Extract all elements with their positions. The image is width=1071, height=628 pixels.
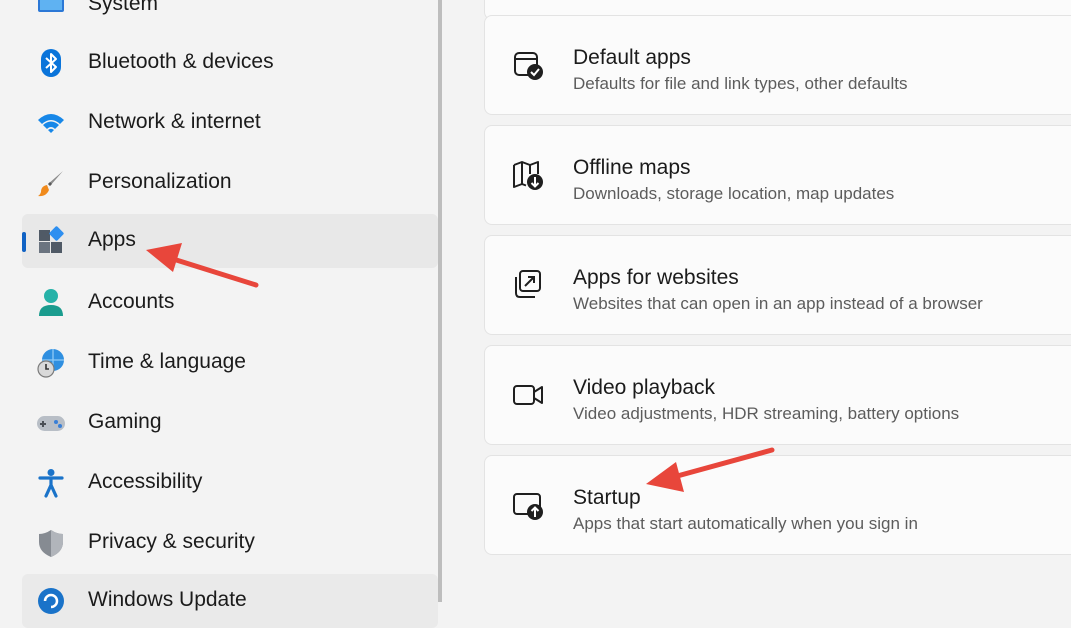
sidebar-item-label: Bluetooth & devices [88, 50, 274, 73]
card-subtitle: Downloads, storage location, map updates [573, 184, 895, 203]
startup-icon [513, 493, 543, 520]
apps-icon [39, 226, 64, 253]
sidebar-item-system[interactable]: System [22, 0, 438, 32]
sidebar-item-gaming[interactable]: Gaming [22, 396, 438, 450]
map-download-icon [513, 161, 543, 190]
settings-card-default-apps[interactable]: Default apps Defaults for file and link … [484, 15, 1071, 115]
bluetooth-icon [41, 49, 61, 77]
sidebar-item-privacy-security[interactable]: Privacy & security [22, 516, 438, 570]
sidebar-item-personalization[interactable]: Personalization [22, 156, 438, 210]
selected-indicator [22, 232, 26, 252]
default-apps-icon [514, 52, 543, 80]
sidebar-item-bluetooth[interactable]: Bluetooth & devices [22, 36, 438, 90]
sidebar-item-accounts[interactable]: Accounts [22, 276, 438, 330]
sidebar-item-label: Network & internet [88, 110, 261, 133]
gamepad-icon [37, 416, 65, 431]
settings-card-startup[interactable]: Startup Apps that start automatically wh… [484, 455, 1071, 555]
video-camera-icon [513, 385, 543, 405]
wifi-icon [38, 114, 64, 133]
person-icon [39, 289, 63, 316]
sidebar-item-apps[interactable]: Apps [22, 214, 438, 268]
card-title: Offline maps [573, 156, 691, 179]
card-subtitle: Websites that can open in an app instead… [573, 294, 983, 313]
globe-clock-icon [37, 349, 64, 378]
sidebar-item-accessibility[interactable]: Accessibility [22, 456, 438, 510]
card-subtitle: Apps that start automatically when you s… [573, 514, 918, 533]
sidebar-item-label: Apps [88, 228, 136, 251]
paintbrush-icon [38, 171, 63, 197]
card-subtitle: Video adjustments, HDR streaming, batter… [573, 404, 960, 423]
sidebar-item-label: Gaming [88, 410, 162, 433]
card-title: Startup [573, 486, 641, 509]
card-subtitle: Defaults for file and link types, other … [573, 74, 908, 93]
card-title: Apps for websites [573, 266, 739, 289]
settings-sidebar: System Bluetooth & devices Network & int… [0, 0, 440, 628]
sidebar-item-label: System [88, 0, 159, 15]
sidebar-item-network[interactable]: Network & internet [22, 96, 438, 150]
sidebar-item-label: Accessibility [88, 470, 203, 493]
update-icon [38, 588, 64, 614]
accessibility-icon [38, 469, 64, 498]
sidebar-item-label: Accounts [88, 290, 175, 313]
settings-card-video-playback[interactable]: Video playback Video adjustments, HDR st… [484, 345, 1071, 445]
sidebar-item-time-language[interactable]: Time & language [22, 336, 438, 390]
settings-card-apps-for-websites[interactable]: Apps for websites Websites that can open… [484, 235, 1071, 335]
sidebar-item-label: Personalization [88, 170, 232, 193]
open-external-icon [515, 270, 541, 298]
system-icon [38, 0, 64, 12]
sidebar-item-label: Privacy & security [88, 530, 255, 553]
sidebar-item-label: Time & language [88, 350, 246, 373]
card-title: Default apps [573, 46, 691, 69]
sidebar-item-label: Windows Update [88, 588, 247, 611]
settings-card-offline-maps[interactable]: Offline maps Downloads, storage location… [484, 125, 1071, 225]
card-title: Video playback [573, 376, 716, 399]
sidebar-item-windows-update[interactable]: Windows Update [22, 574, 438, 628]
shield-icon [39, 530, 63, 557]
